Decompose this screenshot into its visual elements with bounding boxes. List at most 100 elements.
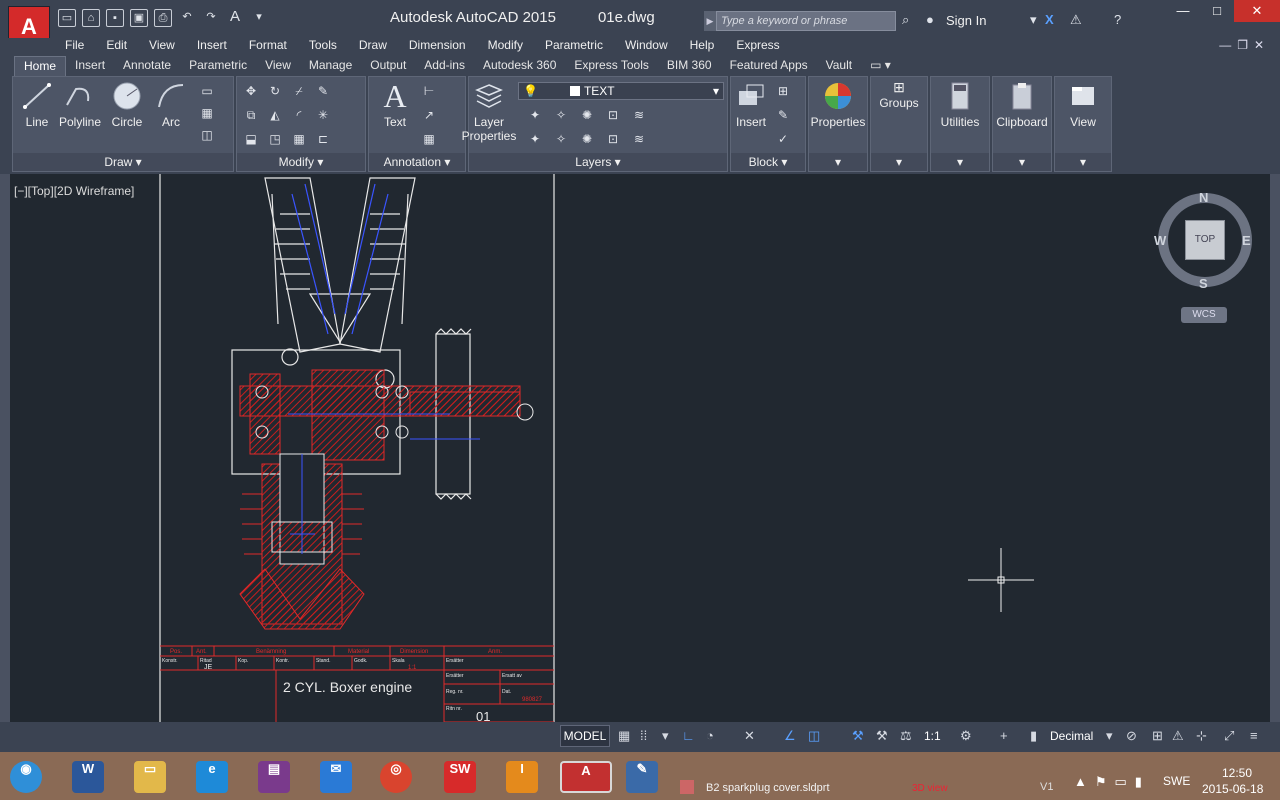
tab-insert[interactable]: Insert bbox=[66, 56, 114, 76]
tab-manage[interactable]: Manage bbox=[300, 56, 361, 76]
circle-button[interactable]: Circle bbox=[107, 81, 147, 129]
offset-icon[interactable]: ⊏ bbox=[315, 131, 331, 147]
layer-on-icon[interactable]: ✦ bbox=[527, 131, 543, 147]
compass-north[interactable]: N bbox=[1199, 190, 1208, 205]
polyline-button[interactable]: Polyline bbox=[55, 81, 105, 129]
grid-icon[interactable]: ▦ bbox=[618, 728, 630, 744]
block-panel-title[interactable]: Block ▾ bbox=[731, 153, 805, 171]
layer-isolate-icon[interactable]: ✧ bbox=[553, 107, 569, 123]
menu-help[interactable]: Help bbox=[690, 38, 715, 56]
model-space-button[interactable]: MODEL bbox=[560, 725, 610, 747]
groups-button[interactable]: ⊞ Groups bbox=[871, 79, 927, 110]
annotation-panel-title[interactable]: Annotation ▾ bbox=[369, 153, 465, 171]
insert-block-button[interactable]: Insert bbox=[731, 81, 771, 129]
stretch-icon[interactable]: ⬓ bbox=[243, 131, 259, 147]
menu-draw[interactable]: Draw bbox=[359, 38, 387, 56]
properties-panel-expander[interactable]: ▾ bbox=[809, 153, 867, 171]
file-explorer-icon[interactable]: ▭ bbox=[134, 761, 166, 793]
arc-button[interactable]: Arc bbox=[153, 81, 189, 129]
internet-explorer-icon[interactable]: e bbox=[196, 761, 228, 793]
wcs-menu[interactable]: WCS bbox=[1181, 307, 1227, 323]
block-attributes-icon[interactable]: ✓ bbox=[775, 131, 791, 147]
tab-vault[interactable]: Vault bbox=[817, 56, 861, 76]
start-button-icon[interactable]: ◉ bbox=[10, 761, 42, 793]
menu-tools[interactable]: Tools bbox=[309, 38, 337, 56]
autoscale-icon[interactable]: ⚒ bbox=[876, 728, 888, 744]
layer-lock-icon[interactable]: ⊡ bbox=[605, 107, 621, 123]
fullscreen-icon[interactable]: ⤢ bbox=[1224, 728, 1234, 744]
new-file-icon[interactable]: ▭ bbox=[58, 9, 76, 27]
system-tray-icons[interactable]: ▲⚑▭▮ bbox=[1074, 774, 1150, 790]
tab-parametric[interactable]: Parametric bbox=[180, 56, 256, 76]
view-button[interactable]: View bbox=[1055, 81, 1111, 129]
tab-featured-apps[interactable]: Featured Apps bbox=[721, 56, 817, 76]
clean-screen-icon[interactable]: ⊹ bbox=[1196, 728, 1207, 744]
open-file-icon[interactable]: ⌂ bbox=[82, 9, 100, 27]
clock-time[interactable]: 12:50 bbox=[1222, 766, 1252, 780]
menu-window[interactable]: Window bbox=[625, 38, 668, 56]
view-panel-expander[interactable]: ▾ bbox=[1055, 153, 1111, 171]
qat-dropdown-icon[interactable]: ▾ bbox=[250, 9, 268, 27]
annotation-scale-value[interactable]: 1:1 bbox=[924, 729, 941, 743]
drawing-canvas[interactable]: Pos. Ant. Benämning Material Dimension A… bbox=[10, 174, 1270, 722]
edit-block-icon[interactable]: ✎ bbox=[775, 107, 791, 123]
save-as-icon[interactable]: ▣ bbox=[130, 9, 148, 27]
utilities-panel-expander[interactable]: ▾ bbox=[931, 153, 989, 171]
explode-icon[interactable]: ✳ bbox=[315, 107, 331, 123]
workspace-gear-icon[interactable]: ⚙ bbox=[960, 728, 972, 744]
chrome-icon[interactable]: ◎ bbox=[380, 761, 412, 793]
mail-icon[interactable]: ✉ bbox=[320, 761, 352, 793]
tab-add-ins[interactable]: Add-ins bbox=[415, 56, 474, 76]
clipboard-panel-expander[interactable]: ▾ bbox=[993, 153, 1051, 171]
taskbar-preview-strip[interactable]: B2 sparkplug cover.sldprt 3D view bbox=[672, 760, 1002, 800]
layer-unisolate-icon[interactable]: ✧ bbox=[553, 131, 569, 147]
inventor-icon[interactable]: I bbox=[506, 761, 538, 793]
stay-connected-icon[interactable]: ⚠ bbox=[1070, 12, 1082, 28]
ortho-icon[interactable]: ∟ bbox=[682, 728, 695, 743]
annotation-scale-icon[interactable]: ⚖ bbox=[900, 728, 912, 744]
layers-panel-title[interactable]: Layers ▾ bbox=[469, 153, 727, 171]
array-icon[interactable]: ▦ bbox=[291, 131, 307, 147]
sign-in-button[interactable]: Sign In bbox=[946, 13, 986, 28]
menu-dimension[interactable]: Dimension bbox=[409, 38, 466, 56]
viewcube-top-face[interactable]: TOP bbox=[1185, 220, 1225, 260]
layer-dropdown[interactable]: 💡 TEXT ▾ bbox=[518, 82, 724, 100]
sign-in-dropdown-icon[interactable]: ▾ bbox=[1030, 12, 1037, 28]
viewcube[interactable]: N S E W TOP bbox=[1150, 188, 1260, 298]
minimize-button[interactable]: — bbox=[1166, 0, 1200, 22]
autocad-taskbar-icon[interactable]: A bbox=[560, 761, 612, 793]
layer-thaw-icon[interactable]: ✺ bbox=[579, 131, 595, 147]
groups-panel-expander[interactable]: ▾ bbox=[871, 153, 927, 171]
move-icon[interactable]: ✥ bbox=[243, 83, 259, 99]
mirror-icon[interactable]: ◭ bbox=[267, 107, 283, 123]
save-icon[interactable]: ▪ bbox=[106, 9, 124, 27]
isolate-objects-icon[interactable]: ⊘ bbox=[1126, 728, 1137, 744]
text-style-icon[interactable]: A bbox=[226, 9, 244, 27]
scale-icon[interactable]: ◳ bbox=[267, 131, 283, 147]
tab-autodesk-360[interactable]: Autodesk 360 bbox=[474, 56, 565, 76]
fillet-icon[interactable]: ◜ bbox=[291, 107, 307, 123]
menu-insert[interactable]: Insert bbox=[197, 38, 227, 56]
tab-express-tools[interactable]: Express Tools bbox=[565, 56, 657, 76]
help-icon[interactable]: ? bbox=[1114, 12, 1121, 27]
drawing-tool-icon[interactable]: ✎ bbox=[626, 761, 658, 793]
menu-modify[interactable]: Modify bbox=[488, 38, 523, 56]
layer-off-icon[interactable]: ✦ bbox=[527, 107, 543, 123]
winrar-icon[interactable]: ▤ bbox=[258, 761, 290, 793]
layer-unlock-icon[interactable]: ⊡ bbox=[605, 131, 621, 147]
compass-east[interactable]: E bbox=[1242, 233, 1251, 248]
layer-freeze-icon[interactable]: ✺ bbox=[579, 107, 595, 123]
menu-format[interactable]: Format bbox=[249, 38, 287, 56]
ribbon-options-icon[interactable]: ▭ ▾ bbox=[861, 56, 900, 76]
redo-icon[interactable]: ↷ bbox=[202, 9, 220, 27]
properties-button[interactable]: Properties bbox=[809, 81, 867, 129]
tab-output[interactable]: Output bbox=[361, 56, 415, 76]
create-block-icon[interactable]: ⊞ bbox=[775, 83, 791, 99]
exchange-apps-icon[interactable]: X bbox=[1045, 12, 1054, 27]
plot-icon[interactable]: ⎙ bbox=[154, 9, 172, 27]
annotation-visibility-icon[interactable]: ⚒ bbox=[852, 728, 864, 744]
draw-panel-title[interactable]: Draw ▾ bbox=[13, 153, 233, 171]
menu-edit[interactable]: Edit bbox=[106, 38, 127, 56]
utilities-button[interactable]: Utilities bbox=[931, 81, 989, 129]
undo-icon[interactable]: ↶ bbox=[178, 9, 196, 27]
